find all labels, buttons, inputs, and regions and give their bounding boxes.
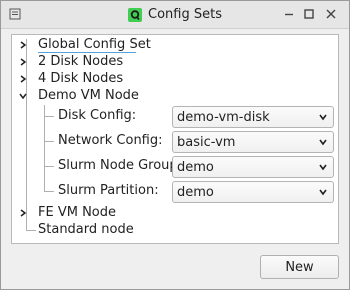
qt-creator-icon: [128, 7, 143, 22]
tree-item-demo-vm-node[interactable]: Demo VM Node: [38, 87, 139, 104]
tree-item-standard-node[interactable]: Standard node: [38, 221, 134, 238]
tree-guide-line: [44, 166, 54, 167]
tree-item-2-disk-nodes[interactable]: 2 Disk Nodes: [38, 53, 123, 70]
network-config-value: basic-vm: [177, 135, 236, 150]
disk-config-label: Disk Config:: [58, 108, 137, 123]
slurm-node-group-select[interactable]: demo: [172, 156, 334, 178]
window-title: Config Sets: [148, 7, 222, 22]
disk-config-value: demo-vm-disk: [177, 110, 270, 125]
chevron-right-icon[interactable]: [18, 57, 28, 67]
tree-guide-line: [44, 116, 54, 117]
slurm-node-group-label: Slurm Node Group:: [58, 158, 183, 173]
tree-item-4-disk-nodes[interactable]: 4 Disk Nodes: [38, 70, 123, 87]
tree-guide-line: [44, 141, 54, 142]
chevron-down-icon: [319, 139, 327, 146]
minimize-icon[interactable]: [281, 6, 297, 22]
tree-guide-line: [26, 39, 27, 230]
tree-guide-line: [26, 230, 36, 231]
new-button[interactable]: New: [260, 255, 339, 279]
chevron-down-icon: [319, 114, 327, 121]
tree-guide-line: [44, 105, 45, 191]
chevron-right-icon[interactable]: [18, 40, 28, 50]
slurm-partition-select[interactable]: demo: [172, 181, 334, 203]
config-sets-tree: Global Config Set 2 Disk Nodes 4 Disk No…: [11, 34, 339, 244]
slurm-node-group-value: demo: [177, 160, 214, 175]
chevron-down-icon: [319, 164, 327, 171]
chevron-right-icon[interactable]: [18, 74, 28, 84]
tree-item-global-config-set[interactable]: Global Config Set: [38, 36, 151, 53]
maximize-icon[interactable]: [301, 6, 317, 22]
slurm-partition-label: Slurm Partition:: [58, 183, 159, 198]
config-sets-window: Config Sets Global Config Set 2 Disk Nod…: [0, 0, 350, 290]
network-config-label: Network Config:: [58, 133, 163, 148]
network-config-select[interactable]: basic-vm: [172, 131, 334, 153]
title-bar: Config Sets: [1, 1, 349, 29]
disk-config-select[interactable]: demo-vm-disk: [172, 106, 334, 128]
tree-item-fe-vm-node[interactable]: FE VM Node: [38, 204, 116, 221]
close-icon[interactable]: [323, 6, 339, 22]
new-button-label: New: [285, 259, 314, 275]
chevron-down-icon[interactable]: [18, 91, 28, 101]
tree-guide-line: [44, 191, 54, 192]
chevron-right-icon[interactable]: [18, 208, 28, 218]
chevron-down-icon: [319, 189, 327, 196]
slurm-partition-value: demo: [177, 185, 214, 200]
